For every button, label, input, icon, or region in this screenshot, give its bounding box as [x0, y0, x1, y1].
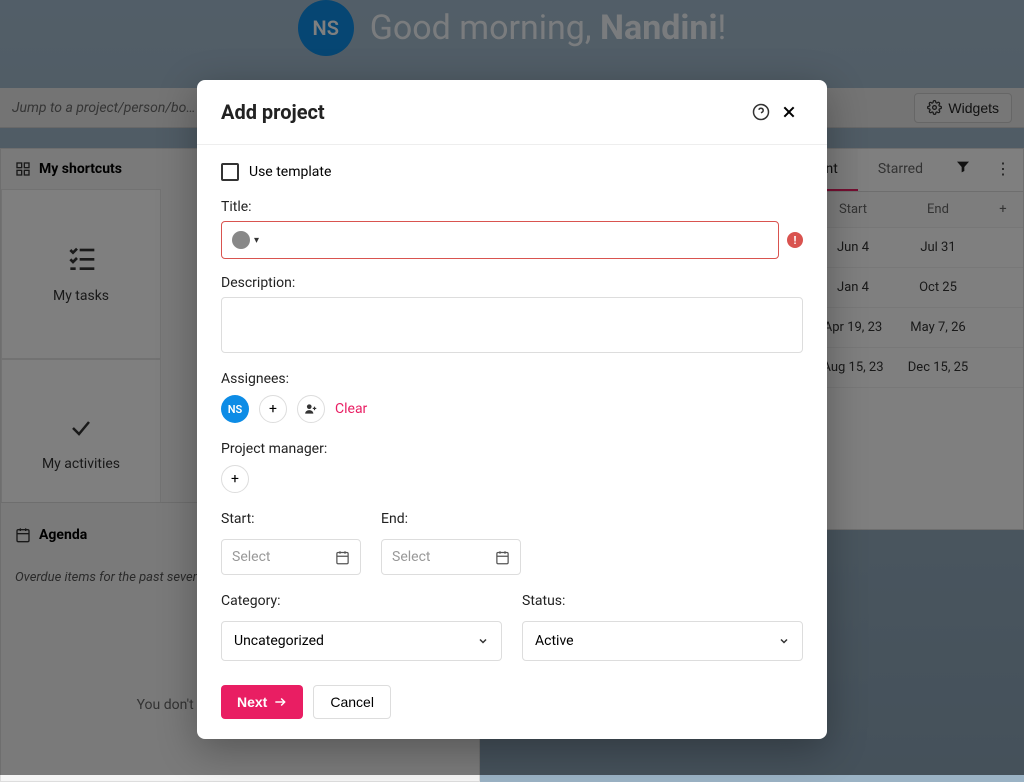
- add-team-button[interactable]: [297, 395, 325, 423]
- description-label: Description:: [221, 275, 803, 291]
- category-label: Category:: [221, 593, 502, 609]
- use-template-label: Use template: [249, 164, 331, 180]
- start-date-input[interactable]: Select: [221, 539, 361, 575]
- chevron-down-icon: ▾: [254, 235, 259, 246]
- end-label: End:: [381, 511, 521, 527]
- cancel-button[interactable]: Cancel: [313, 685, 391, 719]
- chevron-down-icon: [477, 635, 489, 647]
- title-input[interactable]: ▾: [221, 221, 779, 259]
- calendar-icon: [335, 550, 350, 565]
- assignees-label: Assignees:: [221, 371, 803, 387]
- end-date-input[interactable]: Select: [381, 539, 521, 575]
- add-project-modal: Add project Use template Title: ▾ ! Desc…: [197, 80, 827, 739]
- use-template-checkbox[interactable]: [221, 163, 239, 181]
- arrow-right-icon: [273, 695, 287, 709]
- clear-assignees-link[interactable]: Clear: [335, 401, 367, 417]
- pm-label: Project manager:: [221, 441, 803, 457]
- emoji-picker[interactable]: ▾: [232, 231, 259, 249]
- category-select[interactable]: Uncategorized: [221, 621, 502, 661]
- status-label: Status:: [522, 593, 803, 609]
- start-label: Start:: [221, 511, 361, 527]
- chevron-down-icon: [778, 635, 790, 647]
- title-label: Title:: [221, 199, 803, 215]
- description-input[interactable]: [221, 297, 803, 353]
- error-icon: !: [787, 232, 803, 248]
- status-select[interactable]: Active: [522, 621, 803, 661]
- calendar-icon: [495, 550, 510, 565]
- add-assignee-button[interactable]: +: [259, 395, 287, 423]
- modal-title: Add project: [221, 100, 747, 124]
- assignee-avatar[interactable]: NS: [221, 395, 249, 423]
- help-icon[interactable]: [747, 98, 775, 126]
- next-button[interactable]: Next: [221, 685, 303, 719]
- add-pm-button[interactable]: +: [221, 465, 249, 493]
- close-icon[interactable]: [775, 98, 803, 126]
